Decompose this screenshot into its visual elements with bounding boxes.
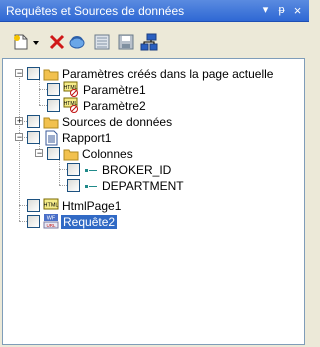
svg-text:WF: WF: [47, 216, 56, 222]
expand-toggle[interactable]: +: [15, 116, 23, 126]
checkbox[interactable]: [47, 99, 60, 112]
panel-titlebar: Requêtes et Sources de données ▾ ᵽ ×: [0, 0, 309, 22]
tree-item-broker-id[interactable]: BROKER_ID: [102, 163, 171, 177]
tree-item-colonnes[interactable]: Colonnes: [82, 147, 133, 161]
checkbox[interactable]: [27, 115, 40, 128]
dropdown-arrow-icon[interactable]: [31, 33, 41, 51]
dropdown-icon[interactable]: ▾: [258, 3, 273, 18]
panel-title: Requêtes et Sources de données: [6, 4, 185, 18]
checkbox[interactable]: [27, 67, 40, 80]
checkbox[interactable]: [47, 83, 60, 96]
html-param-icon: HTML: [63, 97, 79, 113]
checkbox[interactable]: [27, 199, 40, 212]
checkbox[interactable]: [27, 215, 40, 228]
folder-icon: [43, 66, 59, 82]
tree-item-department[interactable]: DEPARTMENT: [102, 179, 184, 193]
tree-item-rapport[interactable]: Rapport1: [62, 131, 111, 145]
collapse-toggle[interactable]: −: [15, 132, 23, 142]
collapse-toggle[interactable]: −: [15, 68, 23, 78]
report-icon: [43, 130, 59, 146]
html-param-icon: HTML: [63, 81, 79, 97]
tree-item-htmlpage[interactable]: HtmlPage1: [62, 199, 121, 213]
checkbox[interactable]: [47, 147, 60, 160]
svg-text:URL: URL: [46, 223, 55, 228]
tree-item-param2[interactable]: Paramètre2: [83, 99, 146, 113]
new-document-icon[interactable]: [12, 33, 30, 51]
toolbar: [0, 23, 309, 59]
datasources-panel: Requêtes et Sources de données ▾ ᵽ × − P…: [0, 0, 309, 347]
properties-icon[interactable]: [93, 33, 111, 51]
column-field-icon: [83, 162, 99, 178]
close-icon[interactable]: ×: [290, 3, 305, 18]
datasources-tree[interactable]: − Paramètres créés dans la page actuelle…: [2, 58, 305, 345]
tree-item-param1[interactable]: Paramètre1: [83, 83, 146, 97]
tree-item-sources[interactable]: Sources de données: [62, 115, 172, 129]
save-icon[interactable]: [117, 33, 135, 51]
folder-icon: [63, 146, 79, 162]
hierarchy-icon[interactable]: [140, 33, 158, 51]
svg-text:HTML: HTML: [44, 203, 59, 209]
refresh-icon[interactable]: [68, 33, 86, 51]
checkbox[interactable]: [67, 163, 80, 176]
checkbox[interactable]: [67, 179, 80, 192]
checkbox[interactable]: [27, 131, 40, 144]
html-page-icon: HTML: [43, 197, 59, 213]
wf-url-query-icon: WF URL: [43, 213, 59, 229]
collapse-toggle[interactable]: −: [35, 148, 43, 158]
pin-icon[interactable]: ᵽ: [274, 3, 289, 18]
delete-icon[interactable]: [48, 33, 66, 51]
folder-icon: [43, 114, 59, 130]
column-field-icon: [83, 178, 99, 194]
tree-item-params-root[interactable]: Paramètres créés dans la page actuelle: [62, 67, 273, 81]
tree-item-requete[interactable]: Requête2: [61, 215, 118, 229]
